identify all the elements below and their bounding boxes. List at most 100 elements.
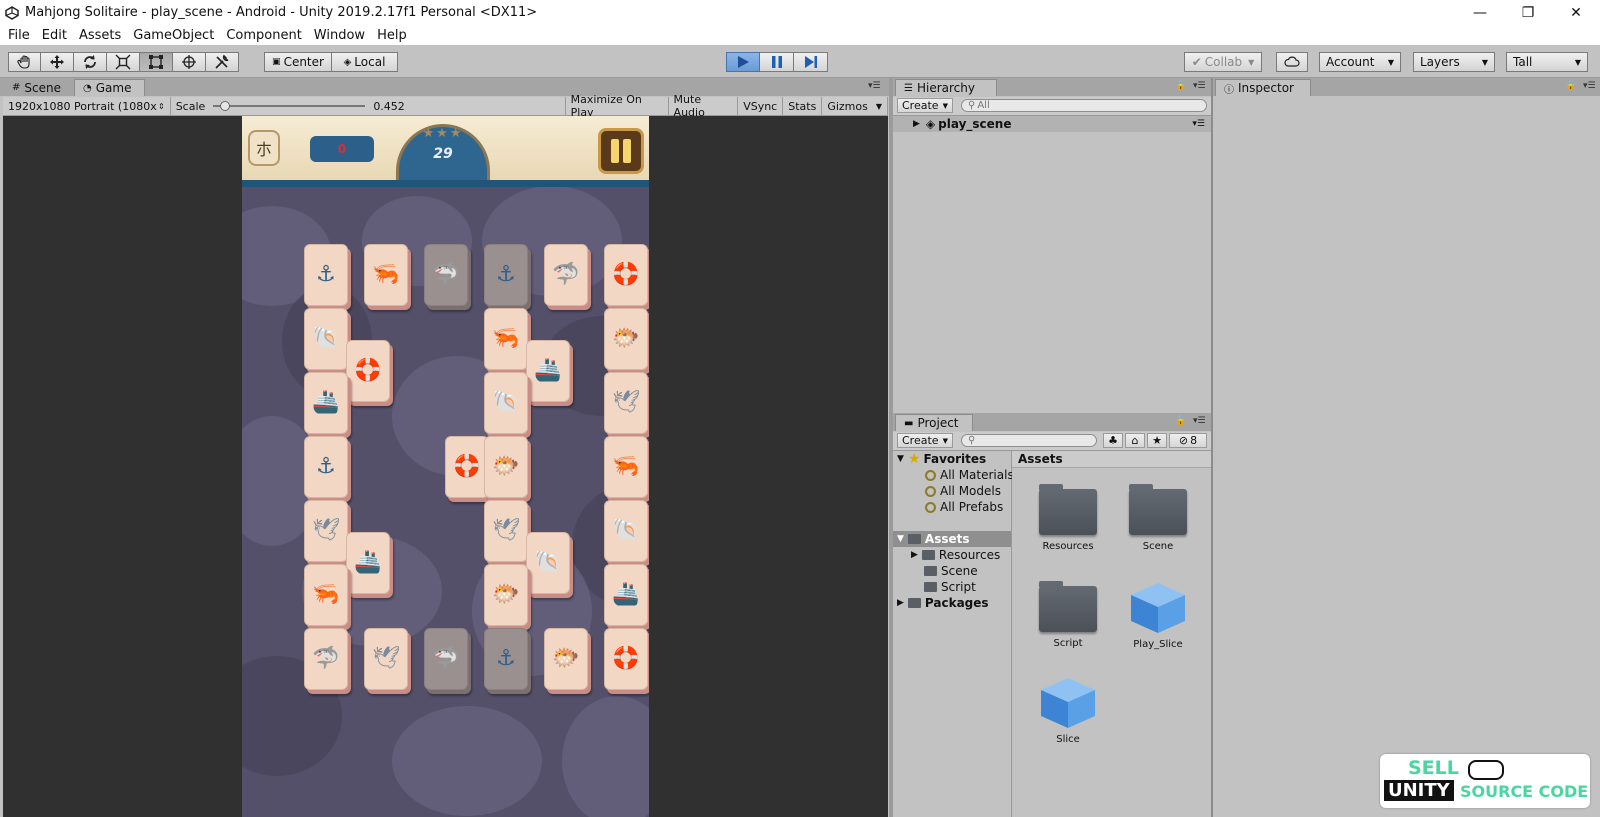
tree-favorite-item[interactable]: All Materials bbox=[925, 467, 1014, 483]
custom-tool-button[interactable] bbox=[206, 52, 239, 72]
pivot-center-toggle[interactable]: ▣ Center bbox=[264, 52, 332, 72]
scale-slider[interactable] bbox=[213, 101, 366, 111]
rotate-tool-button[interactable] bbox=[74, 52, 107, 72]
mahjong-tile[interactable]: 🛟 bbox=[346, 340, 390, 402]
account-dropdown[interactable]: Account ▼ bbox=[1319, 52, 1401, 72]
mahjong-tile[interactable]: ⚓ bbox=[304, 436, 348, 498]
expand-arrow-icon[interactable]: ▼ bbox=[897, 534, 904, 544]
menu-assets[interactable]: Assets bbox=[73, 28, 127, 43]
pause-button[interactable] bbox=[760, 52, 794, 72]
scale-slider-thumb[interactable] bbox=[220, 101, 231, 111]
hierarchy-search-input[interactable]: ⚲ All bbox=[961, 99, 1207, 112]
mahjong-tile[interactable]: 🛟 bbox=[445, 436, 489, 498]
asset-item[interactable]: Slice bbox=[1028, 676, 1108, 745]
inspector-body[interactable] bbox=[1213, 97, 1600, 817]
mahjong-tile[interactable]: 🐚 bbox=[526, 532, 570, 594]
mahjong-tile[interactable]: 🛟 bbox=[604, 244, 648, 306]
tree-favorite-item[interactable]: All Models bbox=[925, 483, 1001, 499]
game-screen[interactable]: ⚓ 🦐 🦈 ⚓ 🦈 🛟 🐚 🦐 🐡 🛟 🚢 🚢 🐚 🕊 ⚓ 🛟 🐡 🦐 🕊 🕊 🐚 🚢 🐚 🦐 🐡 🚢 🦈 🕊 🦈 ⚓ 🐡 🛟 朩 0 ★★★… bbox=[242, 116, 649, 817]
mahjong-tile[interactable]: 🦐 bbox=[604, 436, 648, 498]
lock-icon[interactable]: 🔒 bbox=[1175, 81, 1186, 91]
mahjong-tile[interactable]: 🐚 bbox=[484, 372, 528, 434]
game-pause-button[interactable] bbox=[598, 128, 644, 174]
tree-folder-resources[interactable]: ▶ Resources bbox=[911, 547, 1000, 563]
mahjong-tile[interactable]: 🐚 bbox=[604, 500, 648, 562]
rect-tool-button[interactable] bbox=[140, 52, 173, 72]
mahjong-tile[interactable]: 🦈 bbox=[424, 244, 468, 306]
resolution-dropdown[interactable]: 1920x1080 Portrait (1080x192( ⇕ bbox=[3, 97, 171, 115]
tree-favorites[interactable]: ▼ ★ Favorites bbox=[893, 451, 986, 467]
panel-menu-icon[interactable]: ▾☰ bbox=[868, 81, 881, 91]
lock-icon[interactable]: 🔒 bbox=[1175, 416, 1186, 426]
hierarchy-create-button[interactable]: Create ▼ bbox=[897, 98, 953, 113]
asset-item[interactable]: Play_Slice bbox=[1118, 581, 1198, 650]
mahjong-tile[interactable]: 🛟 bbox=[604, 628, 648, 690]
move-tool-button[interactable] bbox=[41, 52, 74, 72]
maximize-on-play-toggle[interactable]: Maximize On Play bbox=[564, 93, 669, 119]
project-tree[interactable]: ▼ ★ Favorites All Materials All Models A… bbox=[893, 451, 1014, 817]
hand-tool-button[interactable] bbox=[8, 52, 41, 72]
hint-tile-button[interactable]: 朩 bbox=[248, 130, 280, 166]
mahjong-tile[interactable]: 🐡 bbox=[484, 436, 528, 498]
mahjong-tile[interactable]: 🐡 bbox=[604, 308, 648, 370]
mahjong-tile[interactable]: 🕊 bbox=[604, 372, 648, 434]
restore-button[interactable]: ❐ bbox=[1504, 0, 1552, 25]
layers-dropdown[interactable]: Layers ▼ bbox=[1413, 52, 1495, 72]
expand-arrow-icon[interactable]: ▼ bbox=[897, 454, 904, 464]
favorite-button[interactable]: ★ bbox=[1147, 433, 1167, 448]
mahjong-tile[interactable]: 🦈 bbox=[424, 628, 468, 690]
asset-item[interactable]: Scene bbox=[1118, 484, 1198, 552]
minimize-button[interactable]: — bbox=[1456, 0, 1504, 25]
tab-inspector[interactable]: ⓘ Inspector bbox=[1215, 79, 1311, 96]
mahjong-tile[interactable]: 🕊 bbox=[304, 500, 348, 562]
mute-audio-toggle[interactable]: Mute Audio bbox=[669, 93, 739, 119]
tree-assets[interactable]: ▼ Assets bbox=[893, 531, 1011, 547]
panel-menu-icon[interactable]: ▾☰ bbox=[1583, 81, 1596, 91]
pivot-local-toggle[interactable]: ◈ Local bbox=[332, 52, 398, 72]
menu-edit[interactable]: Edit bbox=[36, 28, 73, 43]
cloud-button[interactable] bbox=[1276, 52, 1308, 72]
panel-menu-icon[interactable]: ▾☰ bbox=[1193, 81, 1206, 91]
tab-game[interactable]: ◔ Game bbox=[74, 79, 145, 96]
gizmos-dropdown[interactable]: Gizmos ▼ bbox=[822, 97, 889, 115]
tree-packages[interactable]: ▶ Packages bbox=[893, 595, 989, 611]
tree-folder-script[interactable]: Script bbox=[924, 579, 976, 595]
mahjong-tile[interactable]: ⚓ bbox=[484, 244, 528, 306]
hierarchy-body[interactable]: ▶ ◈ play_scene ▾☰ bbox=[893, 116, 1211, 408]
tree-favorite-item[interactable]: All Prefabs bbox=[925, 499, 1003, 515]
expand-arrow-icon[interactable]: ▶ bbox=[897, 598, 904, 608]
step-button[interactable] bbox=[794, 52, 828, 72]
project-create-button[interactable]: Create ▼ bbox=[897, 433, 953, 448]
mahjong-tile[interactable]: 🦐 bbox=[364, 244, 408, 306]
mahjong-tile[interactable]: ⚓ bbox=[304, 244, 348, 306]
mahjong-tile[interactable]: 🐚 bbox=[304, 308, 348, 370]
stats-toggle[interactable]: Stats bbox=[783, 97, 823, 115]
mahjong-tile[interactable]: 🦈 bbox=[544, 244, 588, 306]
tab-project[interactable]: ▬ Project bbox=[895, 414, 973, 431]
tab-hierarchy[interactable]: ☰ Hierarchy bbox=[895, 79, 997, 96]
panel-menu-icon[interactable]: ▾☰ bbox=[1192, 119, 1205, 129]
menu-file[interactable]: File bbox=[0, 28, 36, 43]
expand-arrow-icon[interactable]: ▶ bbox=[911, 550, 918, 560]
mahjong-tile[interactable]: 🕊 bbox=[364, 628, 408, 690]
filter-type-button[interactable]: ♣ bbox=[1103, 433, 1123, 448]
collab-dropdown[interactable]: ✔ Collab ▼ bbox=[1184, 52, 1262, 72]
tree-folder-scene[interactable]: Scene bbox=[924, 563, 978, 579]
mahjong-tile[interactable]: 🚢 bbox=[304, 372, 348, 434]
mahjong-tile[interactable]: 🚢 bbox=[526, 340, 570, 402]
asset-item[interactable]: Script bbox=[1028, 581, 1108, 649]
mahjong-tile[interactable]: 🚢 bbox=[346, 532, 390, 594]
menu-help[interactable]: Help bbox=[371, 28, 413, 43]
hierarchy-row-scene[interactable]: ▶ ◈ play_scene ▾☰ bbox=[893, 116, 1211, 132]
project-search-input[interactable]: ⚲ bbox=[961, 434, 1097, 447]
filter-label-button[interactable]: ⌂ bbox=[1125, 433, 1145, 448]
mahjong-tile[interactable]: 🐡 bbox=[484, 564, 528, 626]
tab-scene[interactable]: # Scene bbox=[4, 79, 69, 96]
mahjong-tile[interactable]: ⚓ bbox=[484, 628, 528, 690]
mahjong-tile[interactable]: 🚢 bbox=[604, 564, 648, 626]
project-asset-grid[interactable]: Assets Resources Scene Script Play_Slice… bbox=[1012, 451, 1211, 817]
close-button[interactable]: ✕ bbox=[1552, 0, 1600, 25]
menu-gameobject[interactable]: GameObject bbox=[127, 28, 220, 43]
mahjong-tile[interactable]: 🕊 bbox=[484, 500, 528, 562]
transform-tool-button[interactable] bbox=[173, 52, 206, 72]
